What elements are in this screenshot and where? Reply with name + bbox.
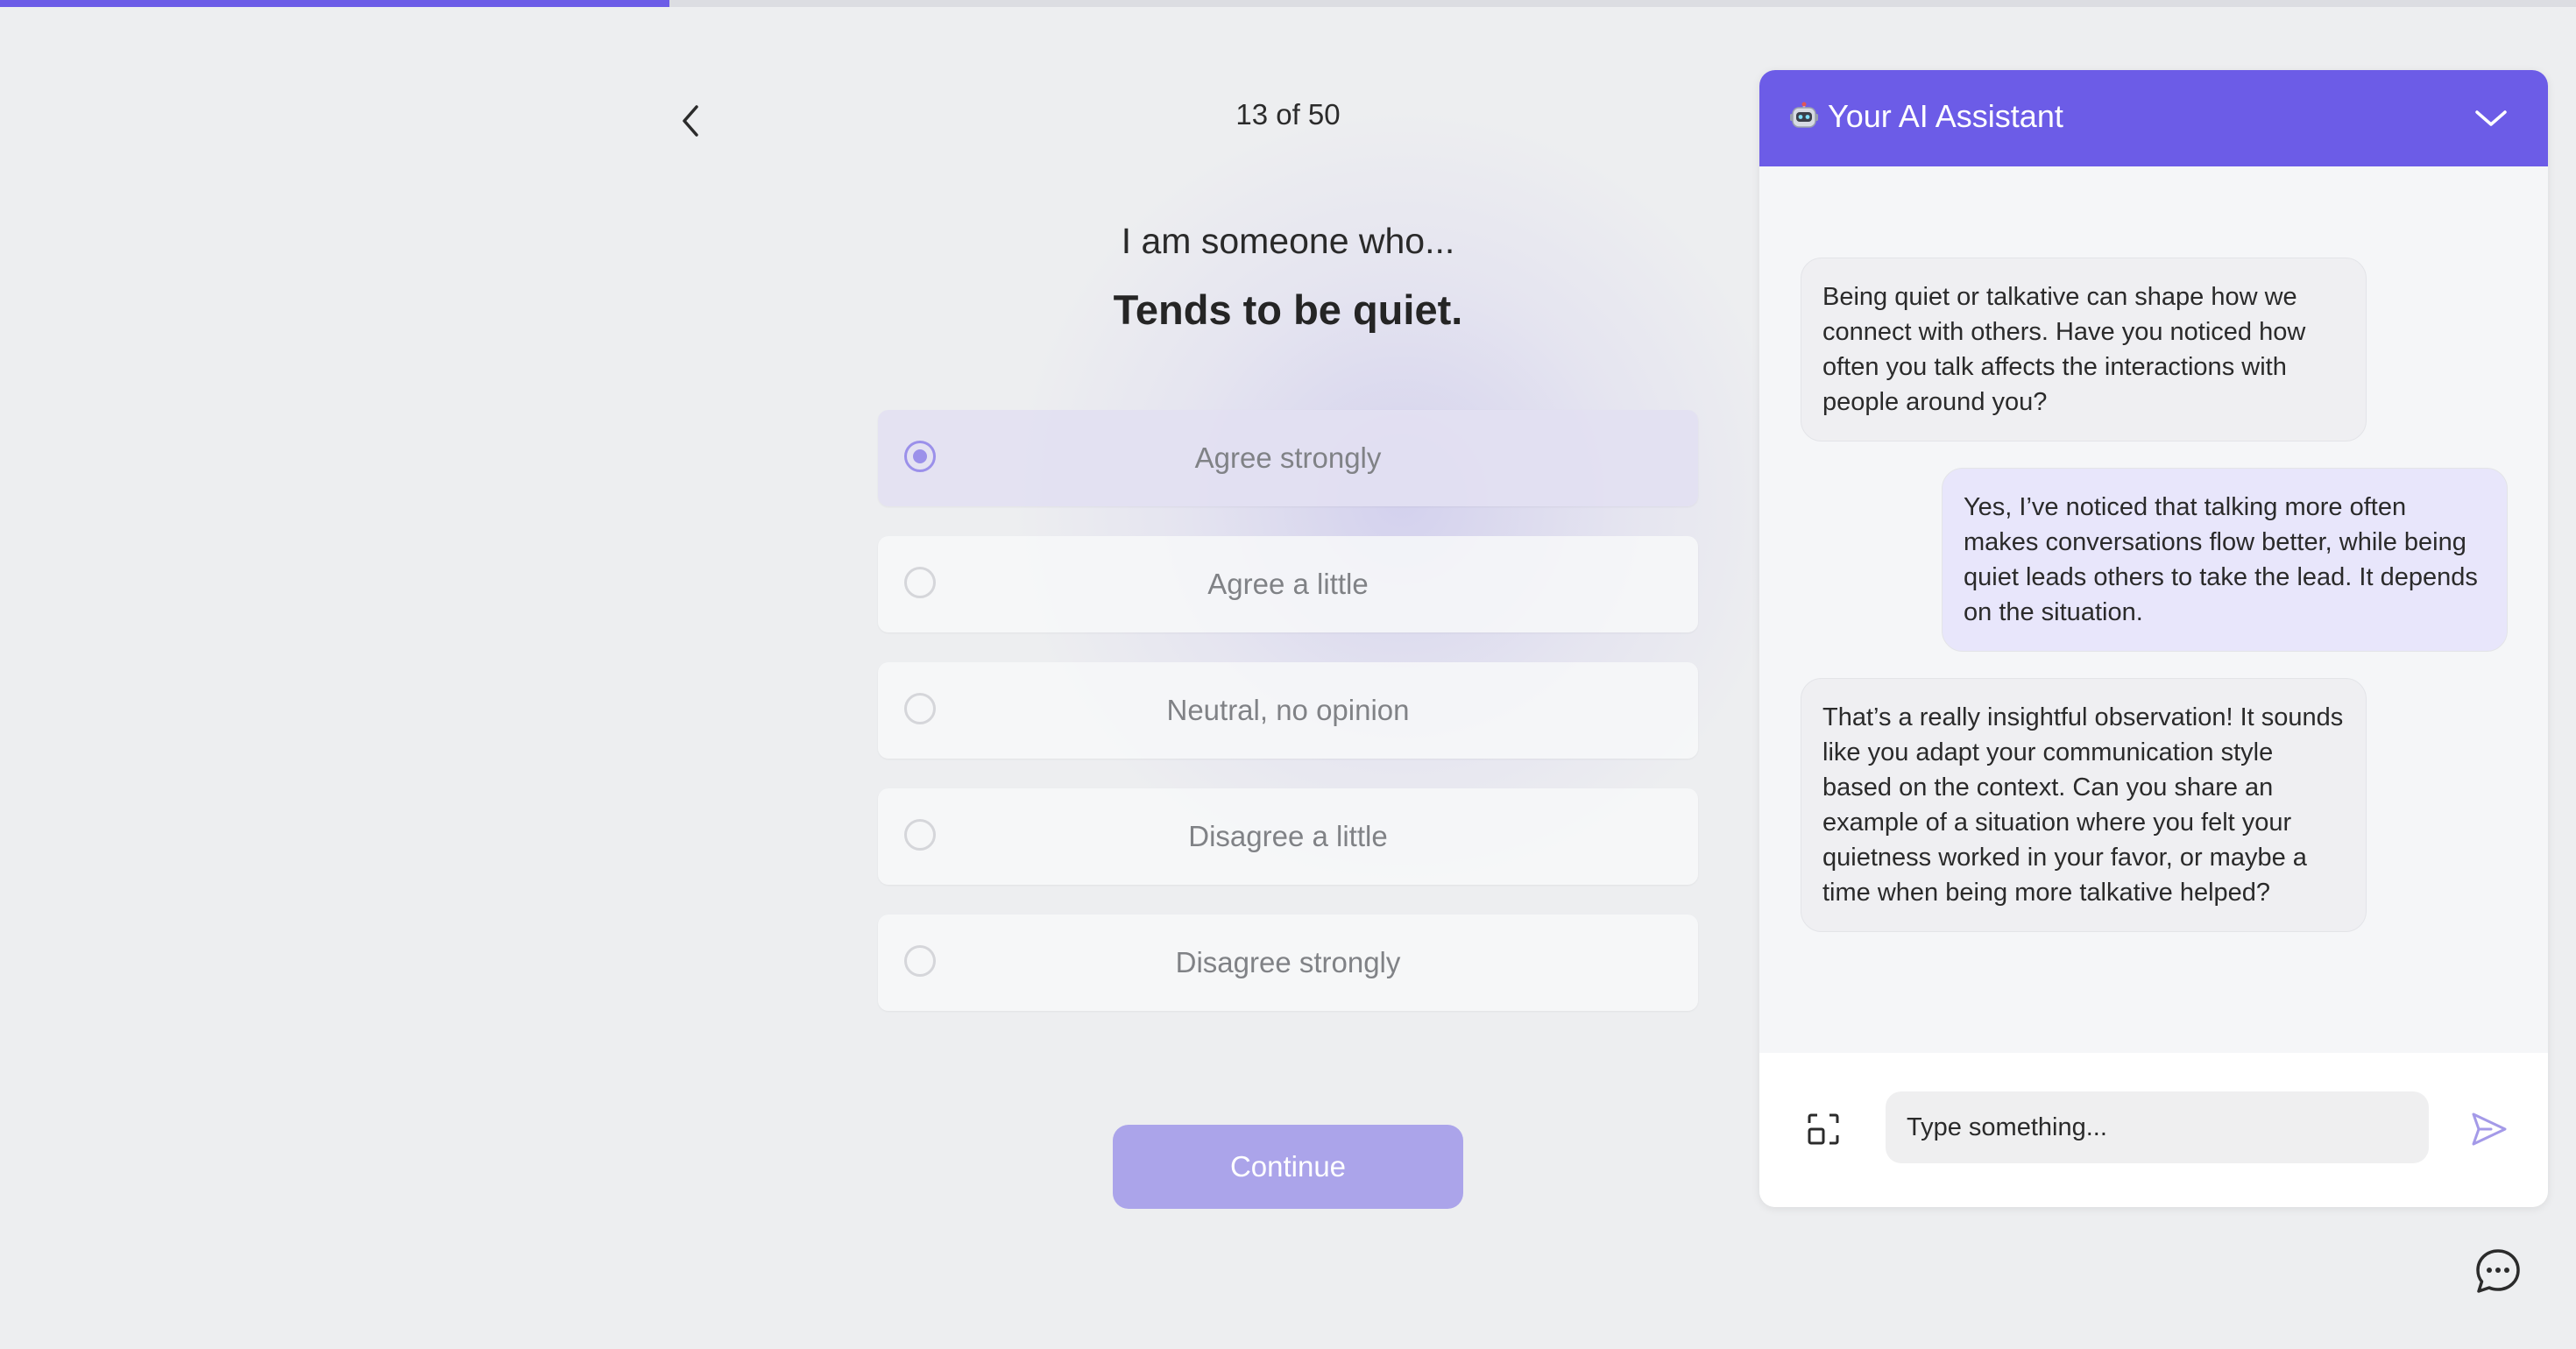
chat-header: Your AI Assistant xyxy=(1759,70,2548,166)
question-text: Tends to be quiet. xyxy=(1113,286,1463,333)
option-label: Disagree strongly xyxy=(1175,946,1401,978)
assistant-message: That’s a really insightful observation! … xyxy=(1801,678,2367,932)
chevron-down-icon xyxy=(2475,110,2507,126)
assistant-message: Being quiet or talkative can shape how w… xyxy=(1801,258,2367,441)
send-icon xyxy=(2472,1112,2507,1146)
option-neutral[interactable]: Neutral, no opinion xyxy=(878,662,1698,759)
send-button[interactable] xyxy=(2467,1107,2511,1151)
chat-title-text: Your AI Assistant xyxy=(1828,98,2063,134)
option-disagree-a-little[interactable]: Disagree a little xyxy=(878,788,1698,885)
question-prompt: I am someone who... xyxy=(1121,221,1455,261)
screenshot-capture-button[interactable] xyxy=(1803,1109,1844,1149)
radio-icon xyxy=(904,441,936,472)
chat-input-bar xyxy=(1759,1053,2548,1207)
chat-message-input[interactable] xyxy=(1886,1091,2429,1163)
radio-icon xyxy=(904,567,936,598)
answer-options: Agree strongly Agree a little Neutral, n… xyxy=(878,410,1698,1041)
continue-button[interactable]: Continue xyxy=(1113,1125,1463,1209)
screenshot-capture-icon xyxy=(1808,1113,1839,1145)
option-label: Disagree a little xyxy=(1188,820,1388,852)
chat-bubble-icon xyxy=(2476,1249,2520,1293)
radio-icon xyxy=(904,819,936,851)
chevron-left-icon xyxy=(683,105,698,137)
question-counter: 13 of 50 xyxy=(1235,98,1341,131)
option-label: Neutral, no opinion xyxy=(1166,694,1410,726)
chat-messages: Being quiet or talkative can shape how w… xyxy=(1759,166,2548,1123)
option-label: Agree strongly xyxy=(1194,441,1382,474)
option-disagree-strongly[interactable]: Disagree strongly xyxy=(878,915,1698,1011)
progress-bar-fill xyxy=(0,0,670,7)
radio-icon xyxy=(904,945,936,977)
user-message: Yes, I’ve noticed that talking more ofte… xyxy=(1942,468,2508,652)
collapse-chat-button[interactable] xyxy=(2469,96,2513,140)
chat-launcher-button[interactable] xyxy=(2471,1244,2525,1298)
progress-bar xyxy=(0,0,2576,7)
option-agree-a-little[interactable]: Agree a little xyxy=(878,536,1698,632)
robot-icon xyxy=(1790,102,1818,128)
option-label: Agree a little xyxy=(1207,568,1369,600)
chat-title: Your AI Assistant xyxy=(1789,98,2063,135)
back-button[interactable] xyxy=(664,95,717,147)
ai-assistant-panel: Your AI Assistant Being quiet or talkati… xyxy=(1759,70,2548,1207)
option-agree-strongly[interactable]: Agree strongly xyxy=(878,410,1698,506)
radio-icon xyxy=(904,693,936,724)
